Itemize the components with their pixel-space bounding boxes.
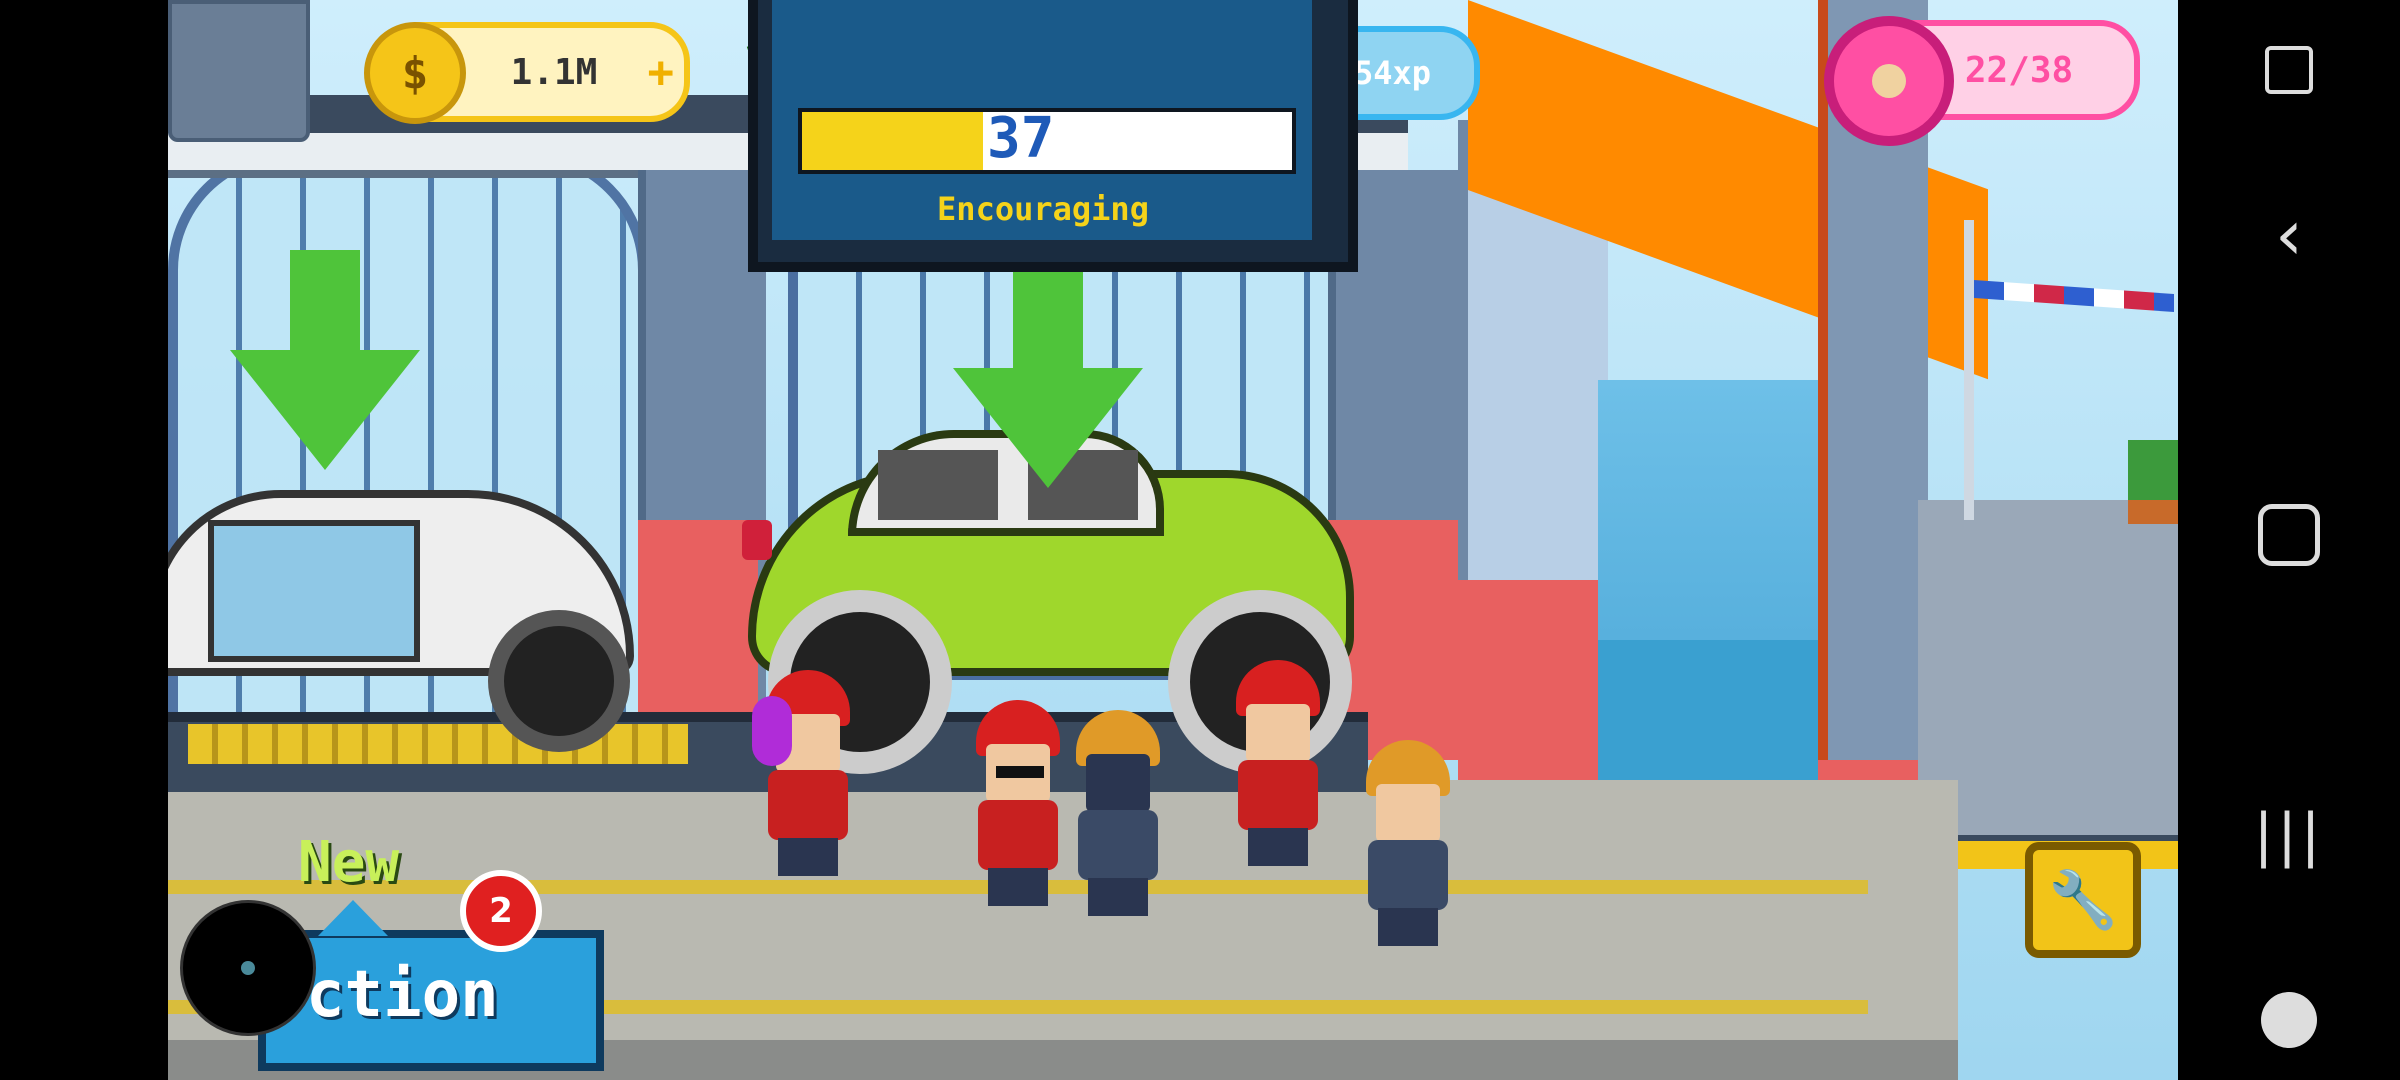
down-arrow-icon[interactable] xyxy=(230,250,420,470)
back-chevron-icon[interactable]: ‹ xyxy=(2178,180,2400,290)
worker-character[interactable] xyxy=(752,670,858,880)
home-icon[interactable] xyxy=(2178,480,2400,590)
player-avatar-icon[interactable] xyxy=(168,0,310,142)
worker-character[interactable] xyxy=(1228,660,1328,870)
flag-pole xyxy=(1964,220,1974,520)
worker-character[interactable] xyxy=(968,700,1068,910)
action-label: ction xyxy=(306,958,499,1032)
wrench-icon: 🔧 xyxy=(2048,868,2118,933)
morale-value: 37 xyxy=(987,106,1055,171)
morale-panel[interactable]: 37 Encouraging xyxy=(748,0,1358,272)
morale-bar: 37 xyxy=(798,106,1296,174)
car-frame-white[interactable] xyxy=(168,450,648,752)
add-coins-button[interactable]: + xyxy=(648,47,675,98)
new-label: New xyxy=(298,830,400,895)
gamepad-icon[interactable] xyxy=(2178,970,2400,1070)
system-nav-bar: ‹ ||| xyxy=(2178,0,2400,1080)
game-viewport[interactable]: $ 1.1M + 4 + 467454xp 41 37 Encouraging … xyxy=(168,0,2178,1080)
tools-button[interactable]: 🔧 xyxy=(2025,842,2141,958)
recents-icon[interactable]: ||| xyxy=(2178,780,2400,890)
coins-counter[interactable]: $ 1.1M + xyxy=(364,22,690,124)
morale-label: Encouraging xyxy=(937,190,1149,228)
water xyxy=(1598,640,1818,800)
conveyor-yellow xyxy=(188,724,688,764)
donut-counter[interactable]: 22/38 xyxy=(1824,16,2140,146)
badge-count: 2 xyxy=(489,891,513,931)
donut-value: 22/38 xyxy=(1964,49,2074,91)
donut-icon xyxy=(1824,16,1954,146)
floating-overlay-button[interactable] xyxy=(180,900,316,1036)
worker-character[interactable] xyxy=(1068,710,1168,920)
screenshot-edit-icon[interactable] xyxy=(2178,20,2400,120)
coins-value: 1.1M xyxy=(510,51,598,93)
dollar-coin-icon: $ xyxy=(364,22,466,124)
down-arrow-icon[interactable] xyxy=(953,268,1143,488)
notification-badge: 2 xyxy=(460,870,542,952)
morale-bar-fill xyxy=(802,112,984,170)
plant-pot xyxy=(2128,440,2178,524)
worker-character[interactable] xyxy=(1358,740,1458,950)
